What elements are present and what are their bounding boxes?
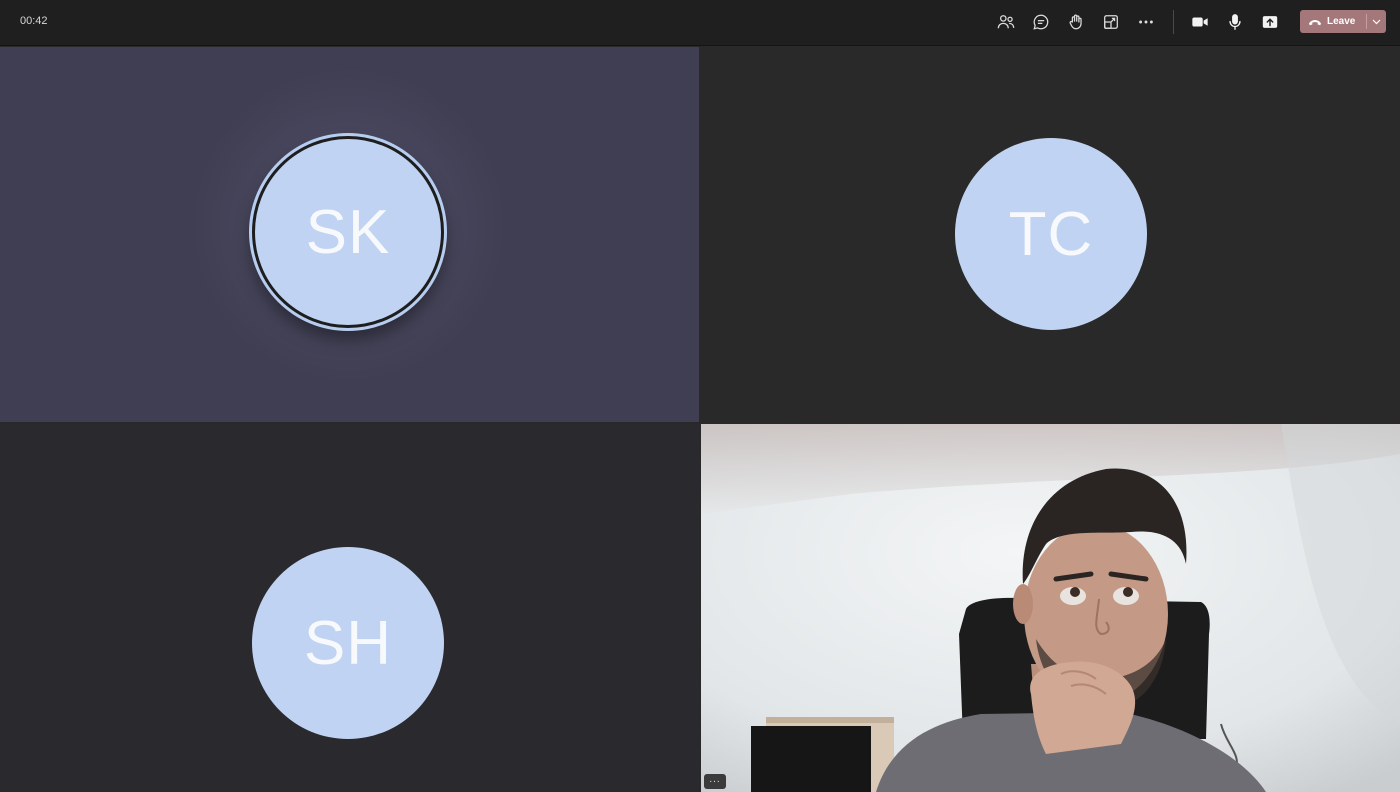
- avatar: SK: [252, 136, 444, 328]
- hang-up-icon: [1309, 19, 1321, 25]
- meeting-timer: 00:42: [20, 15, 48, 27]
- chat-button[interactable]: [1027, 9, 1055, 35]
- leave-button[interactable]: Leave: [1300, 10, 1386, 33]
- more-icon: ...: [709, 773, 721, 785]
- raise-hand-button[interactable]: [1062, 9, 1090, 35]
- share-tray-button[interactable]: [1097, 9, 1125, 35]
- avatar: SH: [252, 547, 444, 739]
- tile-more-options-button[interactable]: ...: [704, 774, 726, 789]
- leave-main[interactable]: Leave: [1300, 10, 1366, 33]
- more-actions-button[interactable]: [1132, 9, 1160, 35]
- participant-video-tile[interactable]: ...: [701, 424, 1400, 792]
- avatar-initials: SK: [305, 197, 391, 267]
- toolbar-divider: [1173, 10, 1174, 34]
- chevron-down-icon: [1372, 19, 1381, 24]
- people-icon: [997, 15, 1015, 29]
- mic-button[interactable]: [1221, 9, 1249, 35]
- raise-hand-icon: [1069, 14, 1082, 30]
- camera-button[interactable]: [1186, 9, 1214, 35]
- avatar-initials: SH: [303, 608, 393, 678]
- camera-icon: [1192, 17, 1208, 27]
- meeting-toolbar: 00:42 Leave: [0, 0, 1400, 46]
- participant-video: [701, 424, 1400, 792]
- share-tray-icon: [1104, 15, 1118, 29]
- participant-tile-tc[interactable]: TC: [701, 47, 1400, 422]
- chat-icon: [1033, 14, 1049, 30]
- mic-icon: [1229, 14, 1241, 30]
- participant-tile-sk[interactable]: SK: [0, 47, 699, 422]
- more-icon: [1139, 20, 1153, 24]
- leave-options-button[interactable]: [1367, 10, 1386, 33]
- avatar-initials: TC: [1008, 199, 1094, 269]
- share-screen-icon: [1262, 16, 1278, 28]
- participant-tile-sh[interactable]: SH: [0, 424, 699, 792]
- people-button[interactable]: [992, 9, 1020, 35]
- avatar: TC: [955, 138, 1147, 330]
- leave-label: Leave: [1327, 16, 1356, 27]
- share-screen-button[interactable]: [1256, 9, 1284, 35]
